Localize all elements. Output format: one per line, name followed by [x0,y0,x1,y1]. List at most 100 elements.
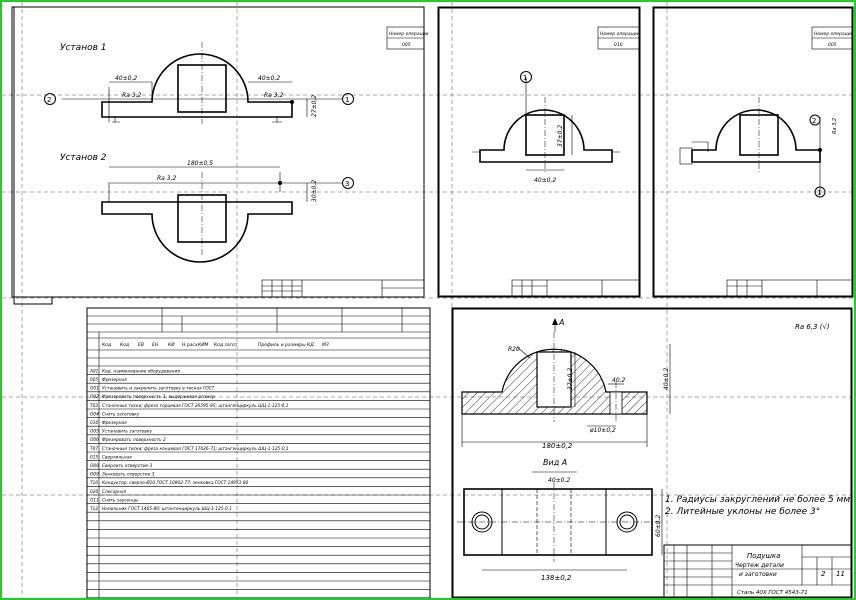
dim-height: 37±0,2 [557,125,564,147]
title-name: Подушка [747,552,780,560]
section-mark: А [558,318,564,327]
table-row: 010 Фрезерная [87,420,430,427]
table-row: 015 Сверлильная [87,454,430,461]
dim-bottom: 138±0,2 [541,574,572,582]
row-code: 010 [90,420,98,426]
row-code: О11 [90,497,99,503]
table-row: О02 Фрезеровать поверхность 1, выдерживая… [87,394,430,401]
row-text: Станочные тиски; фреза концевая ГОСТ 170… [102,446,289,452]
row-text: Код, наименование оборудования [102,368,180,374]
row-text: Фрезерная [102,377,127,383]
corner-value: 005 [828,42,837,48]
table-row: О01 Установить и закрепить заготовку в ти… [87,386,430,393]
table-row: Т07 Станочные тиски; фреза концевая ГОСТ … [87,446,430,453]
row-code: О08 [90,463,99,469]
material: Сталь 40Х ГОСТ 4543-71 [737,590,808,596]
route-card-header-label: Код [120,342,129,348]
row-text: Фрезеровать поверхность 1, выдерживая ра… [102,394,215,400]
dim-side: 60±0,2 [655,515,662,537]
route-card-header-label: ЕН [152,342,159,348]
svg-text:2: 2 [47,96,51,104]
row-text: Снять заготовку [102,411,140,417]
table-row: Т03 Станочные тиски; фреза торцевая ГОСТ … [87,403,430,410]
plan-view: Вид А 40±0,2 60±0,2 138±0,2 [457,458,663,582]
route-card-header-label: Код [102,342,111,348]
dim-total: 180±0,2 [542,442,573,450]
setup2-label: Установ 2 [60,153,107,163]
dim-width: 40±0,2 [534,177,556,184]
route-card-header-label: ЕВ [138,342,144,348]
table-row: 020 Слесарная [87,489,430,496]
row-code: О09 [90,472,99,478]
dim-top: 40±0,2 [548,477,570,484]
sheet-operation-005: Номер операции 005 Установ 1 Установ 2 2… [11,6,429,305]
route-card-header-label: Н.расх [182,342,198,348]
table-row: Т10 Кондуктор; сверло Ø10 ГОСТ 10902-77; … [87,479,430,487]
row-text: Станочные тиски; фреза торцевая ГОСТ 265… [102,403,289,409]
row-code: 015 [90,454,98,460]
table-row: О04 Снять заготовку [87,411,430,418]
corner-title: Номер операции [389,31,429,37]
dim-hole: ø10±0,2 [589,427,616,434]
dim-width: 180±0,5 [187,160,213,167]
row-text: Фрезерная [102,420,127,426]
note-1: 1. Радиусы закруглений не более 5 мм [665,495,850,505]
route-card-header-label: Код загот [214,342,238,348]
route-card-header-label: МЗ [322,342,329,348]
dim-height: 27±0,2 [311,95,318,117]
sheets-total: 11 [836,570,845,578]
row-text: Установить заготовку [102,429,152,435]
route-card: Код Код ЕВ ЕН КИ Н.расх КИМ Код загот Профиль и … [86,307,431,598]
table-row: 005 Фрезерная [87,377,430,384]
row-code: Т10 [90,480,98,486]
dim-h1: 37±0,2 [567,368,574,390]
row-code: 020 [90,489,98,495]
title-sub2: и заготовки [739,571,777,578]
section-view: А R20 37±0,2 40±0,2 40,2 ø10±0,2 180±0,2 [461,318,671,450]
row-text: Установить и закрепить заготовку в тиска… [102,386,215,392]
dim-right: 40±0,2 [258,75,280,82]
dim-left: 40±0,2 [115,75,137,82]
table-row: О05 Установить заготовку [87,429,430,436]
title-block: Подушка Чертеж детали и заготовки Сталь … [663,544,853,598]
route-card-header-label: КИ [168,342,175,348]
dim-r: R20 [508,346,520,353]
table-row: Т12 Напильник ГОСТ 1465-80; штангенциркул… [87,506,430,513]
svg-text:1: 1 [345,96,349,104]
view-label: Вид А [543,458,567,467]
roughness-2: Ra 3,2 [264,92,283,99]
setup1-label: Установ 1 [60,43,106,53]
row-code: О01 [90,386,99,392]
row-text: Напильник ГОСТ 1465-80; штангенциркуль Ш… [102,506,232,512]
row-text: Фрезеровать поверхность 2 [102,437,166,443]
row-text: Снять заусенцы [102,497,139,503]
title-sub1: Чертеж детали [735,562,784,569]
roughness-1: Ra 3,2 [122,92,141,99]
row-code: О04 [90,411,99,417]
table-row: А01 Код, наименование оборудования [87,368,430,375]
sheet-no: 2 [821,570,826,578]
route-card-header-label: КД [307,342,314,348]
sheet-operation-010: Номер операции 010 1 37±0,2 40±0,2 [437,6,641,298]
row-code: А01 [89,368,99,374]
row-code: 005 [90,377,98,383]
corner-value: 010 [614,42,623,48]
setup1-part: 2 1 40±0,2 40±0,2 Ra 3,2 Ra 3,2 27±0,2 [44,42,354,124]
row-text: Сверлить отверстие 3 [102,463,153,469]
route-card-header-label: КИМ [198,342,209,348]
svg-text:1: 1 [523,74,527,82]
dim-small: 40,2 [612,377,626,384]
technical-drawing: Номер операции 005 Установ 1 Установ 2 2… [2,2,854,598]
table-row: О09 Зенковать отверстие 3 [87,472,430,479]
table-row: О08 Сверлить отверстие 3 [87,463,430,470]
row-text: Слесарная [102,489,127,495]
setup2-part: 3 180±0,5 Ra 3,2 30±0,2 [101,160,354,263]
corner-title: Номер операции [600,31,640,37]
route-card-header: Код Код ЕВ ЕН КИ Н.расх КИМ Код загот Профиль и … [87,337,430,367]
corner-title: Номер операции [814,31,854,37]
row-code: Т03 [90,403,98,409]
row-code: Т07 [90,446,98,452]
roughness-note: Ra 6,3 (√) [795,323,830,331]
row-code: О05 [90,429,99,435]
note-2: 2. Литейные уклоны не более 3° [665,507,820,517]
